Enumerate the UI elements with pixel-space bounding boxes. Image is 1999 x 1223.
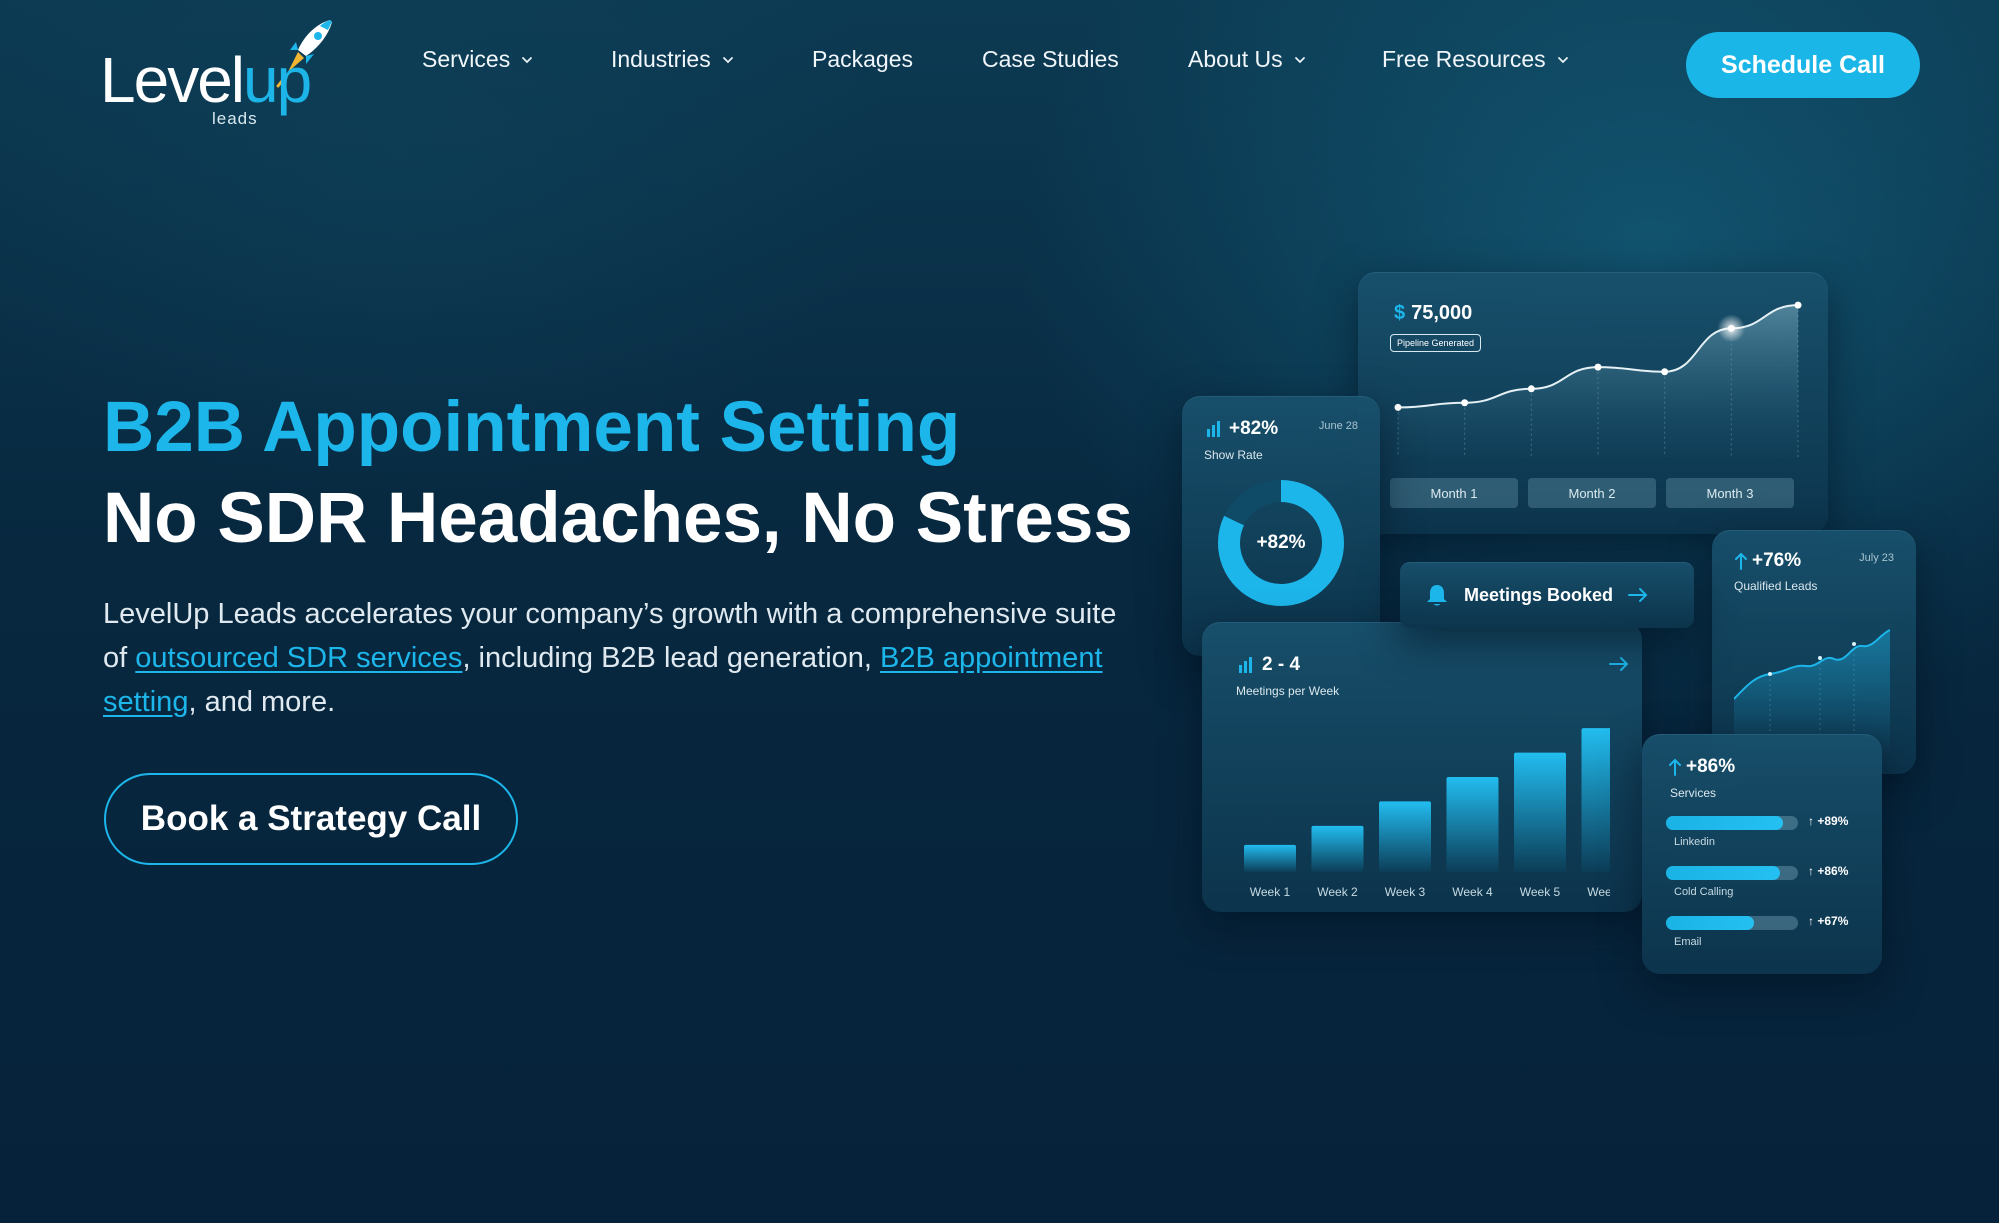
- show-rate-date: June 28: [1318, 420, 1358, 432]
- nav-industries-label: Industries: [611, 46, 711, 72]
- week-bar: [1244, 844, 1296, 872]
- show-rate-value: +82%: [1229, 418, 1279, 439]
- schedule-call-button[interactable]: Schedule Call: [1686, 32, 1920, 98]
- nav-case-studies-label: Case Studies: [982, 46, 1119, 72]
- hero-desc-text-2: , including B2B lead generation,: [462, 642, 881, 674]
- bell-icon: [1427, 585, 1447, 606]
- levelup-leads-logo[interactable]: Levelup leads: [100, 14, 340, 127]
- nav-industries[interactable]: Industries: [611, 46, 735, 73]
- service-name: Cold Calling: [1674, 886, 1734, 898]
- chevron-down-icon: [1557, 56, 1568, 63]
- nav-services-label: Services: [422, 46, 511, 72]
- pipeline-point: [1527, 385, 1535, 393]
- hero-title-primary: B2B Appointment Setting: [103, 388, 961, 467]
- nav-services[interactable]: Services: [422, 46, 534, 73]
- progress-track: [1666, 816, 1798, 830]
- chevron-down-icon: [522, 56, 533, 63]
- service-percent-value: +89%: [1817, 814, 1849, 828]
- book-strategy-call-button[interactable]: Book a Strategy Call: [104, 773, 518, 865]
- meetings-booked-label: Meetings Booked: [1464, 584, 1614, 605]
- week-tick-label: Week 1: [1250, 885, 1291, 899]
- qualified-leads-sparkline: [1734, 629, 1891, 754]
- show-rate-card: +82% June 28 Show Rate +82%: [1182, 396, 1380, 656]
- nav-case-studies[interactable]: Case Studies: [982, 46, 1119, 73]
- qualified-leads-date: July 23: [1859, 552, 1894, 564]
- service-name: Linkedin: [1674, 836, 1715, 848]
- service-row-email: ↑ +67% Email: [1666, 914, 1866, 956]
- week-bar: [1446, 777, 1499, 872]
- service-percent-value: +86%: [1817, 864, 1849, 878]
- outsourced-sdr-services-link[interactable]: outsourced SDR services: [135, 642, 462, 674]
- progress-fill: [1666, 866, 1780, 880]
- top-navigation: Levelup leads Services Industries Packag…: [0, 0, 1999, 130]
- nav-packages-label: Packages: [812, 46, 914, 72]
- pipeline-badge: Pipeline Generated: [1390, 334, 1482, 352]
- pipeline-amount: 75,000: [1411, 302, 1473, 324]
- hero-title-secondary: No SDR Headaches, No Stress: [103, 479, 1133, 558]
- progress-track: [1666, 916, 1798, 930]
- meetings-booked-pill[interactable]: Meetings Booked: [1400, 562, 1694, 628]
- nav-packages[interactable]: Packages: [812, 46, 913, 73]
- service-name: Email: [1674, 936, 1702, 948]
- week-tick-label: Week 4: [1452, 885, 1493, 899]
- arrow-right-icon: [1628, 588, 1648, 602]
- week-tick-label: Week 6: [1587, 885, 1610, 899]
- arrow-up-icon: [1669, 758, 1681, 776]
- month-pill: Month 1: [1390, 478, 1518, 508]
- week-tick-label: Week 3: [1385, 885, 1426, 899]
- progress-track: [1666, 866, 1798, 880]
- qualified-leads-label: Qualified Leads: [1734, 579, 1818, 593]
- week-bar: [1379, 801, 1431, 872]
- pipeline-card: $75,000 Pipeline Generated Month 1 Month…: [1358, 272, 1828, 534]
- week-bar: [1581, 728, 1610, 872]
- meetings-per-week-card: 2 - 4 Meetings per Week Week 1 Week 2 Week…: [1202, 622, 1642, 912]
- hero-description: LevelUp Leads accelerates your company’s…: [103, 592, 1133, 724]
- service-row-linkedin: ↑ +89% Linkedin: [1666, 814, 1866, 856]
- service-percent: ↑ +86%: [1808, 864, 1849, 878]
- pipeline-value: $75,000: [1394, 302, 1472, 325]
- week-tick-label: Week 2: [1317, 885, 1358, 899]
- week-bar: [1311, 825, 1364, 872]
- hero-desc-text-3: , and more.: [188, 686, 336, 718]
- progress-fill: [1666, 916, 1755, 930]
- service-percent: ↑ +89%: [1808, 814, 1849, 828]
- services-card: +86% Services ↑ +89% Linkedin ↑ +86% Col…: [1642, 734, 1882, 974]
- qualified-leads-value: +76%: [1752, 550, 1802, 571]
- pipeline-point: [1594, 363, 1602, 371]
- progress-fill: [1666, 816, 1784, 830]
- month-pill: Month 2: [1528, 478, 1656, 508]
- dollar-icon: $: [1394, 302, 1406, 324]
- chevron-down-icon: [1294, 56, 1305, 63]
- service-row-cold-calling: ↑ +86% Cold Calling: [1666, 864, 1866, 906]
- chevron-down-icon: [722, 56, 733, 63]
- service-percent-value: +67%: [1817, 914, 1849, 928]
- pipeline-point: [1727, 324, 1735, 332]
- services-value: +86%: [1686, 756, 1736, 777]
- bar-chart-icon: [1207, 421, 1220, 437]
- nav-about-us-label: About Us: [1188, 46, 1283, 72]
- nav-about-us[interactable]: About Us: [1188, 46, 1307, 73]
- logo-wordmark: Levelup: [100, 44, 312, 116]
- nav-free-resources-label: Free Resources: [1382, 46, 1546, 72]
- pipeline-point: [1461, 399, 1469, 407]
- arrow-right-icon[interactable]: [1608, 656, 1630, 672]
- pipeline-point: [1661, 368, 1669, 376]
- show-rate-label: Show Rate: [1204, 448, 1263, 462]
- service-percent: ↑ +67%: [1808, 914, 1849, 928]
- services-label: Services: [1670, 786, 1717, 800]
- month-pill: Month 3: [1666, 478, 1794, 508]
- meetings-per-week-value: 2 - 4: [1262, 654, 1301, 675]
- logo-subtext: leads: [212, 109, 258, 128]
- bar-chart-icon: [1239, 657, 1252, 673]
- week-tick-label: Week 5: [1520, 885, 1561, 899]
- week-bar: [1514, 752, 1566, 872]
- pipeline-point: [1794, 301, 1802, 309]
- pipeline-point: [1394, 403, 1402, 411]
- meetings-bar-chart: Week 1 Week 2 Week 3 Week 4 Week 5 Week 6: [1244, 728, 1610, 899]
- arrow-up-icon: [1735, 552, 1747, 570]
- donut-label: +82%: [1256, 532, 1306, 553]
- nav-free-resources[interactable]: Free Resources: [1382, 46, 1570, 73]
